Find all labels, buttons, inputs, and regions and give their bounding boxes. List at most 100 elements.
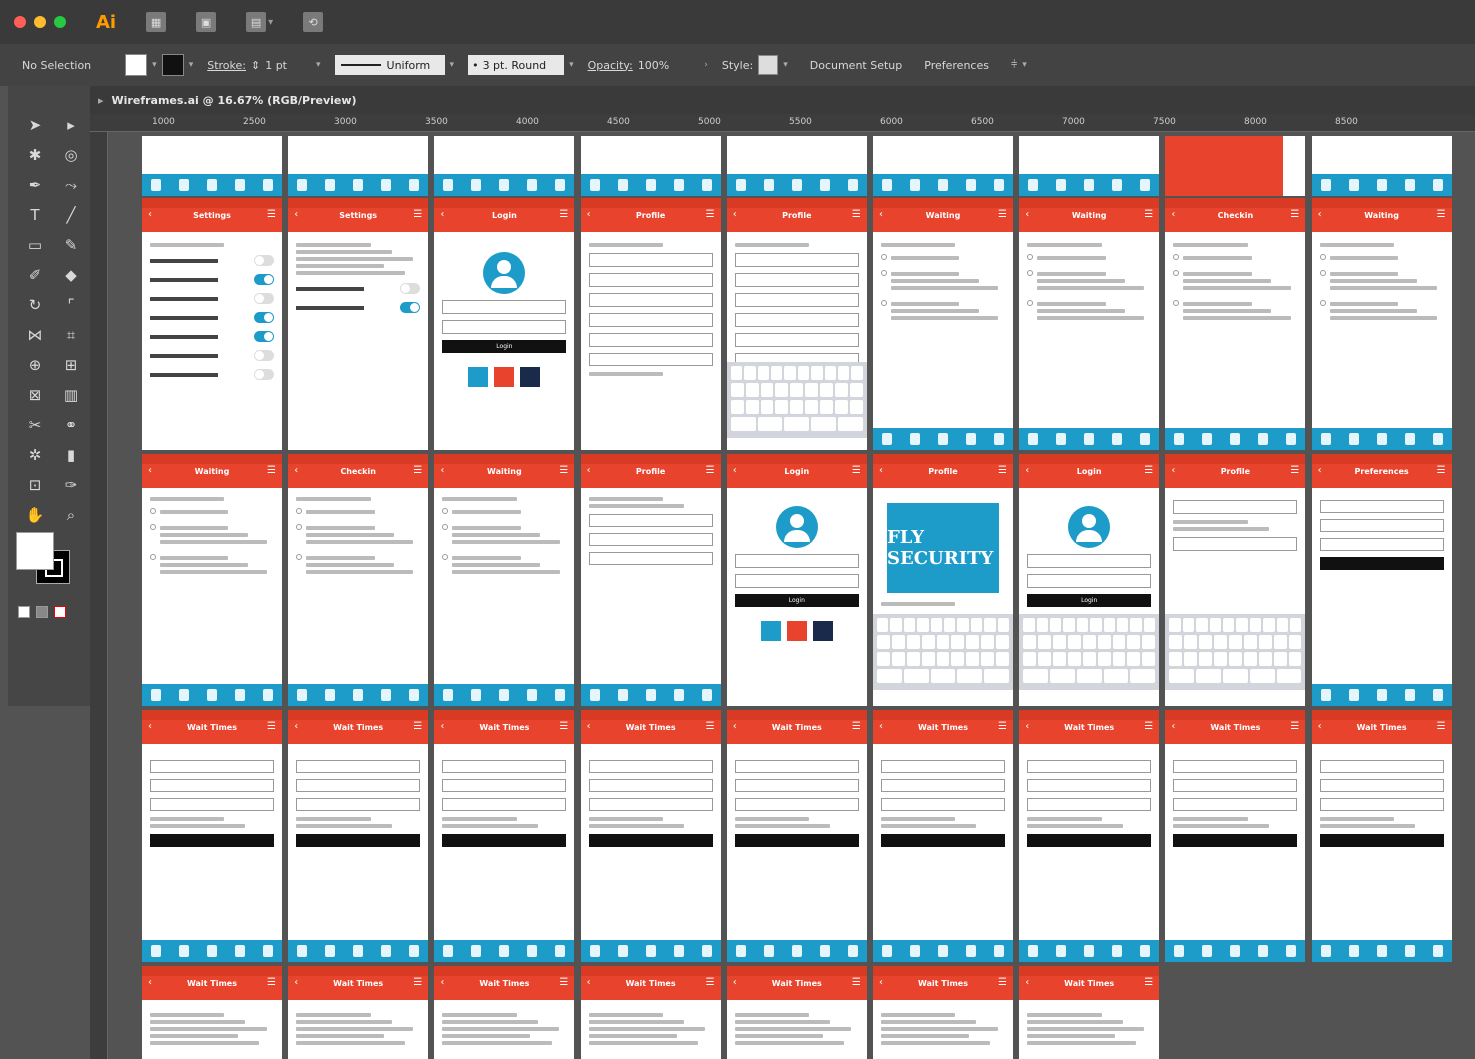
username-field[interactable] [734, 554, 859, 568]
stroke-weight-value[interactable]: 1 pt [265, 59, 287, 72]
dropdown-select[interactable] [881, 798, 1005, 811]
gpu-performance-icon[interactable]: ⟲ [303, 12, 324, 32]
setting-toggle[interactable] [254, 255, 274, 266]
menu-icon[interactable]: ☰ [413, 465, 422, 476]
menu-icon[interactable]: ☰ [1290, 721, 1299, 732]
rotate-tool-icon[interactable]: ↻ [22, 294, 48, 316]
keyboard-key[interactable] [877, 652, 890, 666]
keyboard-key[interactable] [1142, 635, 1156, 649]
radio-icon[interactable] [442, 508, 449, 514]
dropdown-select[interactable] [1319, 538, 1444, 551]
opacity-label[interactable]: Opacity: [588, 59, 633, 72]
radio-icon[interactable] [442, 524, 449, 530]
nav-tab-icon[interactable] [882, 433, 892, 445]
keyboard-key[interactable] [771, 366, 783, 380]
fill-stroke-widget[interactable] [16, 532, 76, 592]
nav-tab-icon[interactable] [207, 179, 217, 191]
nav-tab-icon[interactable] [1258, 433, 1269, 445]
menu-icon[interactable]: ☰ [1437, 465, 1446, 476]
keyboard-key[interactable] [1196, 618, 1208, 632]
fill-color-box[interactable] [16, 532, 54, 570]
brush-definition[interactable]: • 3 pt. Round [468, 55, 565, 75]
dropdown-select[interactable] [1319, 519, 1444, 532]
artboard[interactable]: ‹ Wait Times ☰ [873, 966, 1013, 1059]
keyboard-key[interactable] [957, 669, 983, 683]
nav-tab-icon[interactable] [325, 689, 336, 701]
keyboard-key[interactable] [1199, 652, 1213, 666]
menu-icon[interactable]: ☰ [1144, 721, 1153, 732]
nav-tab-icon[interactable] [701, 179, 712, 191]
keyboard-key[interactable] [1097, 652, 1111, 666]
line-segment-tool-icon[interactable]: ╱ [58, 204, 84, 226]
onscreen-keyboard[interactable] [1165, 614, 1306, 690]
keyboard-key[interactable] [757, 366, 770, 380]
artboard[interactable]: ‹ Profile ☰ [580, 454, 721, 706]
menu-icon[interactable]: ☰ [852, 977, 861, 988]
submit-button[interactable] [296, 834, 421, 847]
dropdown-select[interactable] [296, 760, 421, 773]
nav-tab-icon[interactable] [1432, 689, 1443, 701]
document-setup-button[interactable]: Document Setup [810, 59, 903, 72]
nav-tab-icon[interactable] [499, 689, 510, 701]
keyboard-key[interactable] [906, 635, 920, 649]
username-field[interactable] [442, 300, 567, 314]
nav-tab-icon[interactable] [499, 179, 510, 191]
google-icon[interactable] [494, 367, 515, 387]
keyboard-key[interactable] [984, 669, 1009, 683]
artboard[interactable]: ‹ Settings ☰ [142, 198, 282, 450]
radio-icon[interactable] [1319, 300, 1326, 306]
dropdown-select[interactable] [1173, 760, 1298, 773]
nav-tab-icon[interactable] [910, 433, 920, 445]
nav-tab-icon[interactable] [1320, 689, 1331, 701]
submit-button[interactable] [1319, 834, 1444, 847]
artboard[interactable]: ‹ Waiting ☰ [142, 454, 282, 706]
artboard[interactable]: ‹ Wait Times ☰ [288, 710, 429, 962]
artboard[interactable]: ‹ Profile ☰ [1165, 454, 1306, 706]
nav-tab-icon[interactable] [263, 945, 273, 957]
menu-icon[interactable]: ☰ [998, 721, 1007, 732]
keyboard-key[interactable] [936, 635, 950, 649]
setting-toggle[interactable] [254, 369, 274, 380]
slice-tool-icon[interactable]: ✑ [58, 474, 84, 496]
nav-tab-icon[interactable] [1348, 179, 1359, 191]
nav-tab-icon[interactable] [1056, 179, 1067, 191]
keyboard-key[interactable] [775, 400, 789, 414]
keyboard-key[interactable] [966, 635, 980, 649]
keyboard-key[interactable] [1222, 669, 1248, 683]
facebook-icon[interactable] [812, 621, 833, 641]
keyboard-key[interactable] [1288, 652, 1302, 666]
shape-builder-tool-icon[interactable]: ⊕ [22, 354, 48, 376]
nav-tab-icon[interactable] [499, 945, 510, 957]
keyboard-key[interactable] [996, 635, 1010, 649]
keyboard-key[interactable] [1199, 635, 1213, 649]
nav-tab-icon[interactable] [1258, 945, 1269, 957]
radio-icon[interactable] [1173, 254, 1180, 260]
nav-tab-icon[interactable] [1028, 945, 1039, 957]
nav-tab-icon[interactable] [235, 689, 245, 701]
keyboard-key[interactable] [784, 417, 810, 431]
nav-tab-icon[interactable] [151, 945, 161, 957]
align-options-icon[interactable]: ⫩ [1011, 58, 1017, 72]
profile-field[interactable] [588, 313, 713, 327]
menu-icon[interactable]: ☰ [267, 465, 276, 476]
nav-tab-icon[interactable] [617, 179, 628, 191]
nav-tab-icon[interactable] [791, 945, 802, 957]
nav-tab-icon[interactable] [1432, 945, 1443, 957]
submit-button[interactable] [881, 834, 1005, 847]
nav-tab-icon[interactable] [1028, 179, 1039, 191]
free-transform-tool-icon[interactable]: ⌗ [58, 324, 84, 346]
keyboard-key[interactable] [1067, 652, 1081, 666]
artboard-tool-icon[interactable]: ⊡ [22, 474, 48, 496]
artboard[interactable]: ‹ Profile ☰ FLY SECURITY [873, 454, 1013, 706]
keyboard-key[interactable] [1228, 635, 1242, 649]
artboard[interactable]: ‹ Profile ☰ [580, 198, 721, 450]
keyboard-key[interactable] [730, 400, 744, 414]
keyboard-key[interactable] [790, 383, 804, 397]
nav-tab-icon[interactable] [353, 945, 364, 957]
keyboard-key[interactable] [1288, 635, 1302, 649]
artboard[interactable] [434, 136, 575, 196]
profile-field[interactable] [588, 253, 713, 267]
nav-tab-icon[interactable] [1376, 689, 1387, 701]
keyboard-key[interactable] [1090, 618, 1102, 632]
dropdown-select[interactable] [150, 779, 274, 792]
